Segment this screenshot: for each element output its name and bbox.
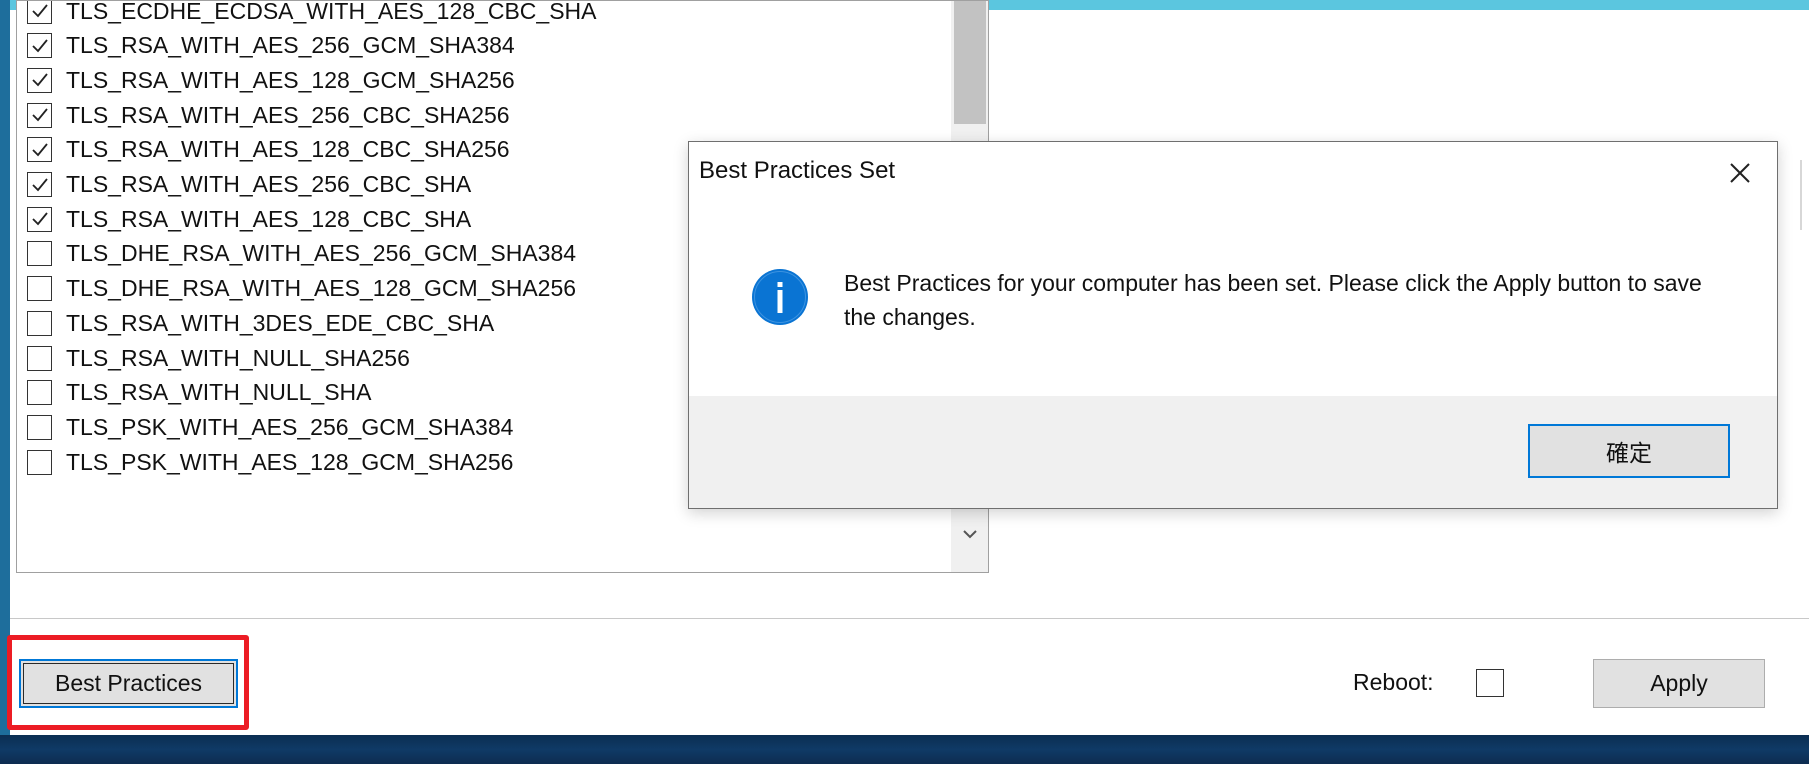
app-window: TLS_ECDHE_ECDSA_WITH_AES_128_CBC_SHA TLS_… xyxy=(7,0,1809,735)
checkbox-unchecked[interactable] xyxy=(27,310,52,336)
checkbox-unchecked[interactable] xyxy=(27,241,52,267)
checkbox-checked[interactable] xyxy=(27,102,52,128)
dialog-footer: 確定 xyxy=(689,396,1777,508)
checkbox-checked[interactable] xyxy=(27,33,52,59)
cipher-suite-label: TLS_RSA_WITH_NULL_SHA xyxy=(66,379,372,406)
checkbox-unchecked[interactable] xyxy=(27,276,52,302)
cipher-suite-label: TLS_DHE_RSA_WITH_AES_128_GCM_SHA256 xyxy=(66,275,577,302)
checkmark-icon xyxy=(31,39,48,53)
info-icon xyxy=(752,269,808,325)
checkbox-checked[interactable] xyxy=(27,172,52,197)
checkmark-icon xyxy=(31,212,48,226)
cipher-suite-label: TLS_RSA_WITH_AES_256_CBC_SHA xyxy=(66,171,472,197)
cipher-suite-label: TLS_RSA_WITH_3DES_EDE_CBC_SHA xyxy=(66,309,495,336)
checkbox-checked[interactable] xyxy=(27,1,52,24)
checkmark-icon xyxy=(31,73,48,87)
reboot-checkbox[interactable] xyxy=(1476,669,1504,697)
checkbox-checked[interactable] xyxy=(27,67,52,93)
cipher-suite-label: TLS_RSA_WITH_AES_128_CBC_SHA256 xyxy=(66,136,510,163)
cipher-suite-label: TLS_RSA_WITH_AES_128_CBC_SHA xyxy=(66,205,472,232)
checkbox-unchecked[interactable] xyxy=(27,449,52,475)
chevron-down-icon xyxy=(963,530,977,539)
reboot-label: Reboot: xyxy=(1353,669,1434,695)
checkmark-icon xyxy=(31,4,48,18)
cipher-suite-item[interactable]: TLS_PSK_WITH_AES_128_GCM_SHA256 xyxy=(27,442,513,482)
ok-label: 確定 xyxy=(1606,440,1652,466)
panel-divider xyxy=(1800,160,1802,230)
checkmark-icon xyxy=(31,108,48,122)
desktop-left-edge xyxy=(0,0,10,735)
scrollbar-thumb[interactable] xyxy=(954,1,986,124)
cipher-suite-label: TLS_RSA_WITH_AES_256_CBC_SHA256 xyxy=(66,101,510,128)
cipher-suite-label: TLS_RSA_WITH_NULL_SHA256 xyxy=(66,344,410,371)
best-practices-button[interactable]: Best Practices xyxy=(19,659,238,708)
desktop-background xyxy=(0,735,1809,764)
dialog-message: Best Practices for your computer has bee… xyxy=(844,270,1702,330)
scroll-down-button[interactable] xyxy=(951,514,988,554)
checkbox-unchecked[interactable] xyxy=(27,345,52,371)
checkmark-icon xyxy=(31,143,48,157)
best-practices-dialog: Best Practices Set Best Practices for yo… xyxy=(688,141,1778,509)
cipher-suite-label: TLS_ECDHE_ECDSA_WITH_AES_128_CBC_SHA xyxy=(66,0,597,24)
dialog-title: Best Practices Set xyxy=(699,157,896,184)
checkbox-checked[interactable] xyxy=(27,137,52,163)
checkmark-icon xyxy=(31,177,48,191)
cipher-suite-label: TLS_RSA_WITH_AES_256_GCM_SHA384 xyxy=(66,32,515,59)
close-button[interactable] xyxy=(1723,156,1757,190)
ok-button[interactable]: 確定 xyxy=(1528,424,1730,478)
cipher-suite-label: TLS_PSK_WITH_AES_128_GCM_SHA256 xyxy=(66,448,514,475)
apply-label: Apply xyxy=(1650,670,1708,696)
focus-rectangle xyxy=(23,663,234,704)
divider-shadow xyxy=(10,619,1809,620)
apply-button[interactable]: Apply xyxy=(1593,659,1765,708)
checkbox-checked[interactable] xyxy=(27,206,52,232)
cipher-suite-label: TLS_PSK_WITH_AES_256_GCM_SHA384 xyxy=(66,413,514,440)
cipher-suite-label: TLS_RSA_WITH_AES_128_GCM_SHA256 xyxy=(66,66,515,93)
checkbox-unchecked[interactable] xyxy=(27,414,52,440)
checkbox-unchecked[interactable] xyxy=(27,380,52,406)
close-icon xyxy=(1730,163,1750,183)
cipher-suite-label: TLS_DHE_RSA_WITH_AES_256_GCM_SHA384 xyxy=(66,240,577,267)
